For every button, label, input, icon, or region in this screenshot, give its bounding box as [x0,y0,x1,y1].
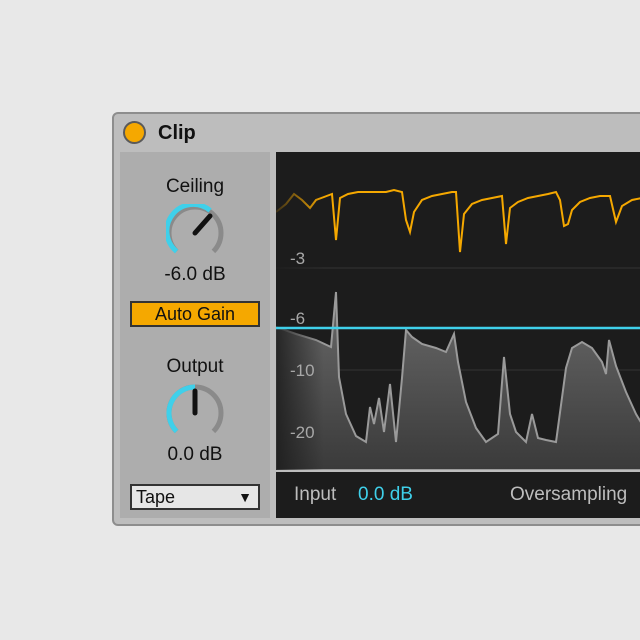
mode-selected-value: Tape [136,487,176,507]
controls-panel: Ceiling -6.0 dB Auto Gain Output 0.0 dB … [120,152,270,518]
waveform-graph [276,152,640,470]
ceiling-label: Ceiling [165,176,225,197]
mode-dropdown[interactable]: Tape ▼ [130,484,260,510]
scale-label-10: -10 [290,361,315,380]
output-value: 0.0 dB [167,444,223,465]
scale-label-3: -3 [290,249,306,268]
input-gain-value[interactable]: 0.0 dB [358,484,413,506]
device-title: Clip [158,122,196,144]
auto-gain-button[interactable]: Auto Gain [130,301,260,327]
input-label: Input [294,484,337,505]
output-knob[interactable] [166,384,224,442]
chevron-down-icon: ▼ [238,489,252,505]
scale-label-20: -20 [290,423,315,442]
oversampling-label[interactable]: Oversampling [510,484,627,506]
ceiling-knob[interactable] [166,204,224,262]
waveform-display: -3 -6 -10 -20 [276,152,640,470]
scale-label-6: -6 [290,309,306,328]
device-power-button[interactable] [123,121,146,144]
clip-device: Clip Ceiling -6.0 dB Auto Gain Output 0.… [112,112,640,526]
device-titlebar: Clip [114,114,640,152]
ceiling-value: -6.0 dB [164,264,226,285]
output-label: Output [166,356,224,377]
bottom-bar: Input 0.0 dB Oversampling [276,472,640,518]
